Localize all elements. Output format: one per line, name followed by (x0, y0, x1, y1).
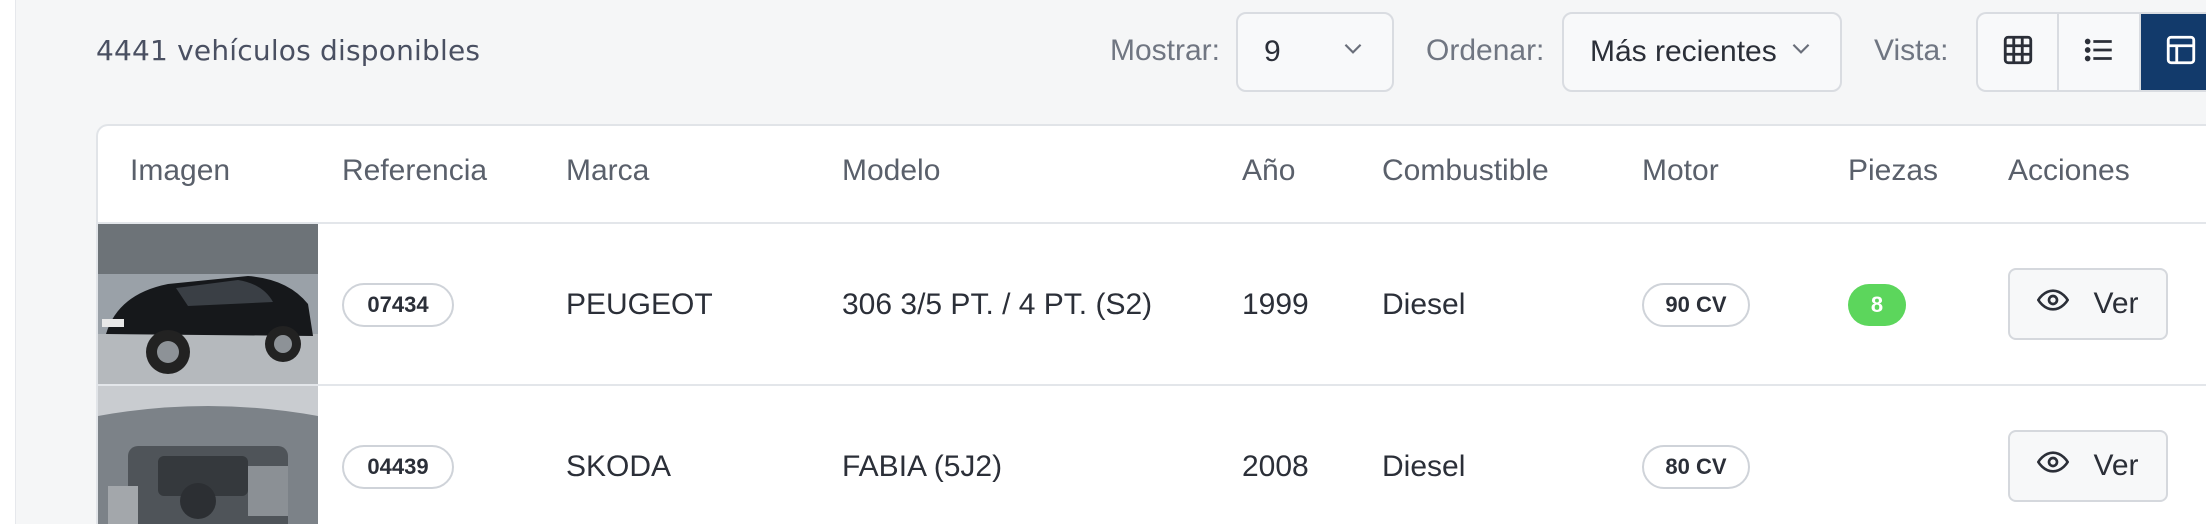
left-rail (0, 0, 16, 524)
header-marca: Marca (566, 154, 650, 187)
model-cell: FABIA (5J2) (842, 450, 1003, 483)
show-select-value: 9 (1264, 35, 1281, 68)
year-cell: 2008 (1242, 450, 1309, 483)
sort-select[interactable]: Más recientes (1562, 12, 1842, 92)
view-button-label: Ver (2093, 449, 2139, 482)
show-select[interactable]: 9 (1236, 12, 1394, 92)
table-icon (2164, 33, 2198, 72)
brand-cell: SKODA (566, 450, 672, 483)
chevron-down-icon (1340, 35, 1366, 69)
table-row: 04439 SKODA FABIA (5J2) 2008 Diesel 80 C… (98, 386, 2206, 524)
parts-badge: 8 (1848, 284, 1906, 326)
header-modelo: Modelo (842, 154, 941, 187)
fuel-cell: Diesel (1382, 450, 1466, 483)
grid-view-button[interactable] (1978, 14, 2060, 90)
header-ano: Año (1242, 154, 1296, 187)
list-icon (2082, 33, 2116, 72)
header-combustible: Combustible (1382, 154, 1549, 187)
listing-area: 4441 vehículos disponibles Mostrar: 9 Or… (16, 0, 2206, 524)
model-cell: 306 3/5 PT. / 4 PT. (S2) (842, 288, 1153, 321)
chevron-down-icon (1788, 35, 1814, 69)
engine-pill: 90 CV (1642, 283, 1750, 327)
eye-icon (2037, 284, 2070, 324)
grid-icon (2001, 33, 2035, 72)
year-cell: 1999 (1242, 288, 1309, 321)
view-button[interactable]: Ver (2008, 430, 2168, 502)
vehicles-table: Imagen Referencia Marca Modelo Año Combu… (96, 124, 2206, 524)
engine-pill: 80 CV (1642, 445, 1750, 489)
table-view-button[interactable] (2140, 14, 2206, 90)
view-button[interactable]: Ver (2008, 268, 2168, 340)
view-label: Vista: (1874, 34, 1949, 67)
reference-pill: 04439 (342, 445, 454, 489)
header-motor: Motor (1642, 154, 1719, 187)
table-row: 07434 PEUGEOT 306 3/5 PT. / 4 PT. (S2) 1… (98, 224, 2206, 386)
list-view-button[interactable] (2059, 14, 2141, 90)
header-piezas: Piezas (1848, 154, 1939, 187)
header-imagen: Imagen (130, 154, 231, 187)
vehicle-photo[interactable] (98, 224, 318, 386)
sort-select-value: Más recientes (1590, 35, 1777, 68)
vehicle-count: 4441 vehículos disponibles (96, 34, 481, 67)
header-referencia: Referencia (342, 154, 488, 187)
brand-cell: PEUGEOT (566, 288, 713, 321)
show-label: Mostrar: (1110, 34, 1221, 67)
eye-icon (2037, 446, 2070, 486)
view-toggle-group (1976, 12, 2206, 92)
fuel-cell: Diesel (1382, 288, 1466, 321)
sort-label: Ordenar: (1426, 34, 1545, 67)
vehicle-photo[interactable] (98, 386, 318, 524)
view-button-label: Ver (2093, 287, 2139, 320)
header-acciones: Acciones (2008, 154, 2130, 187)
reference-pill: 07434 (342, 283, 454, 327)
